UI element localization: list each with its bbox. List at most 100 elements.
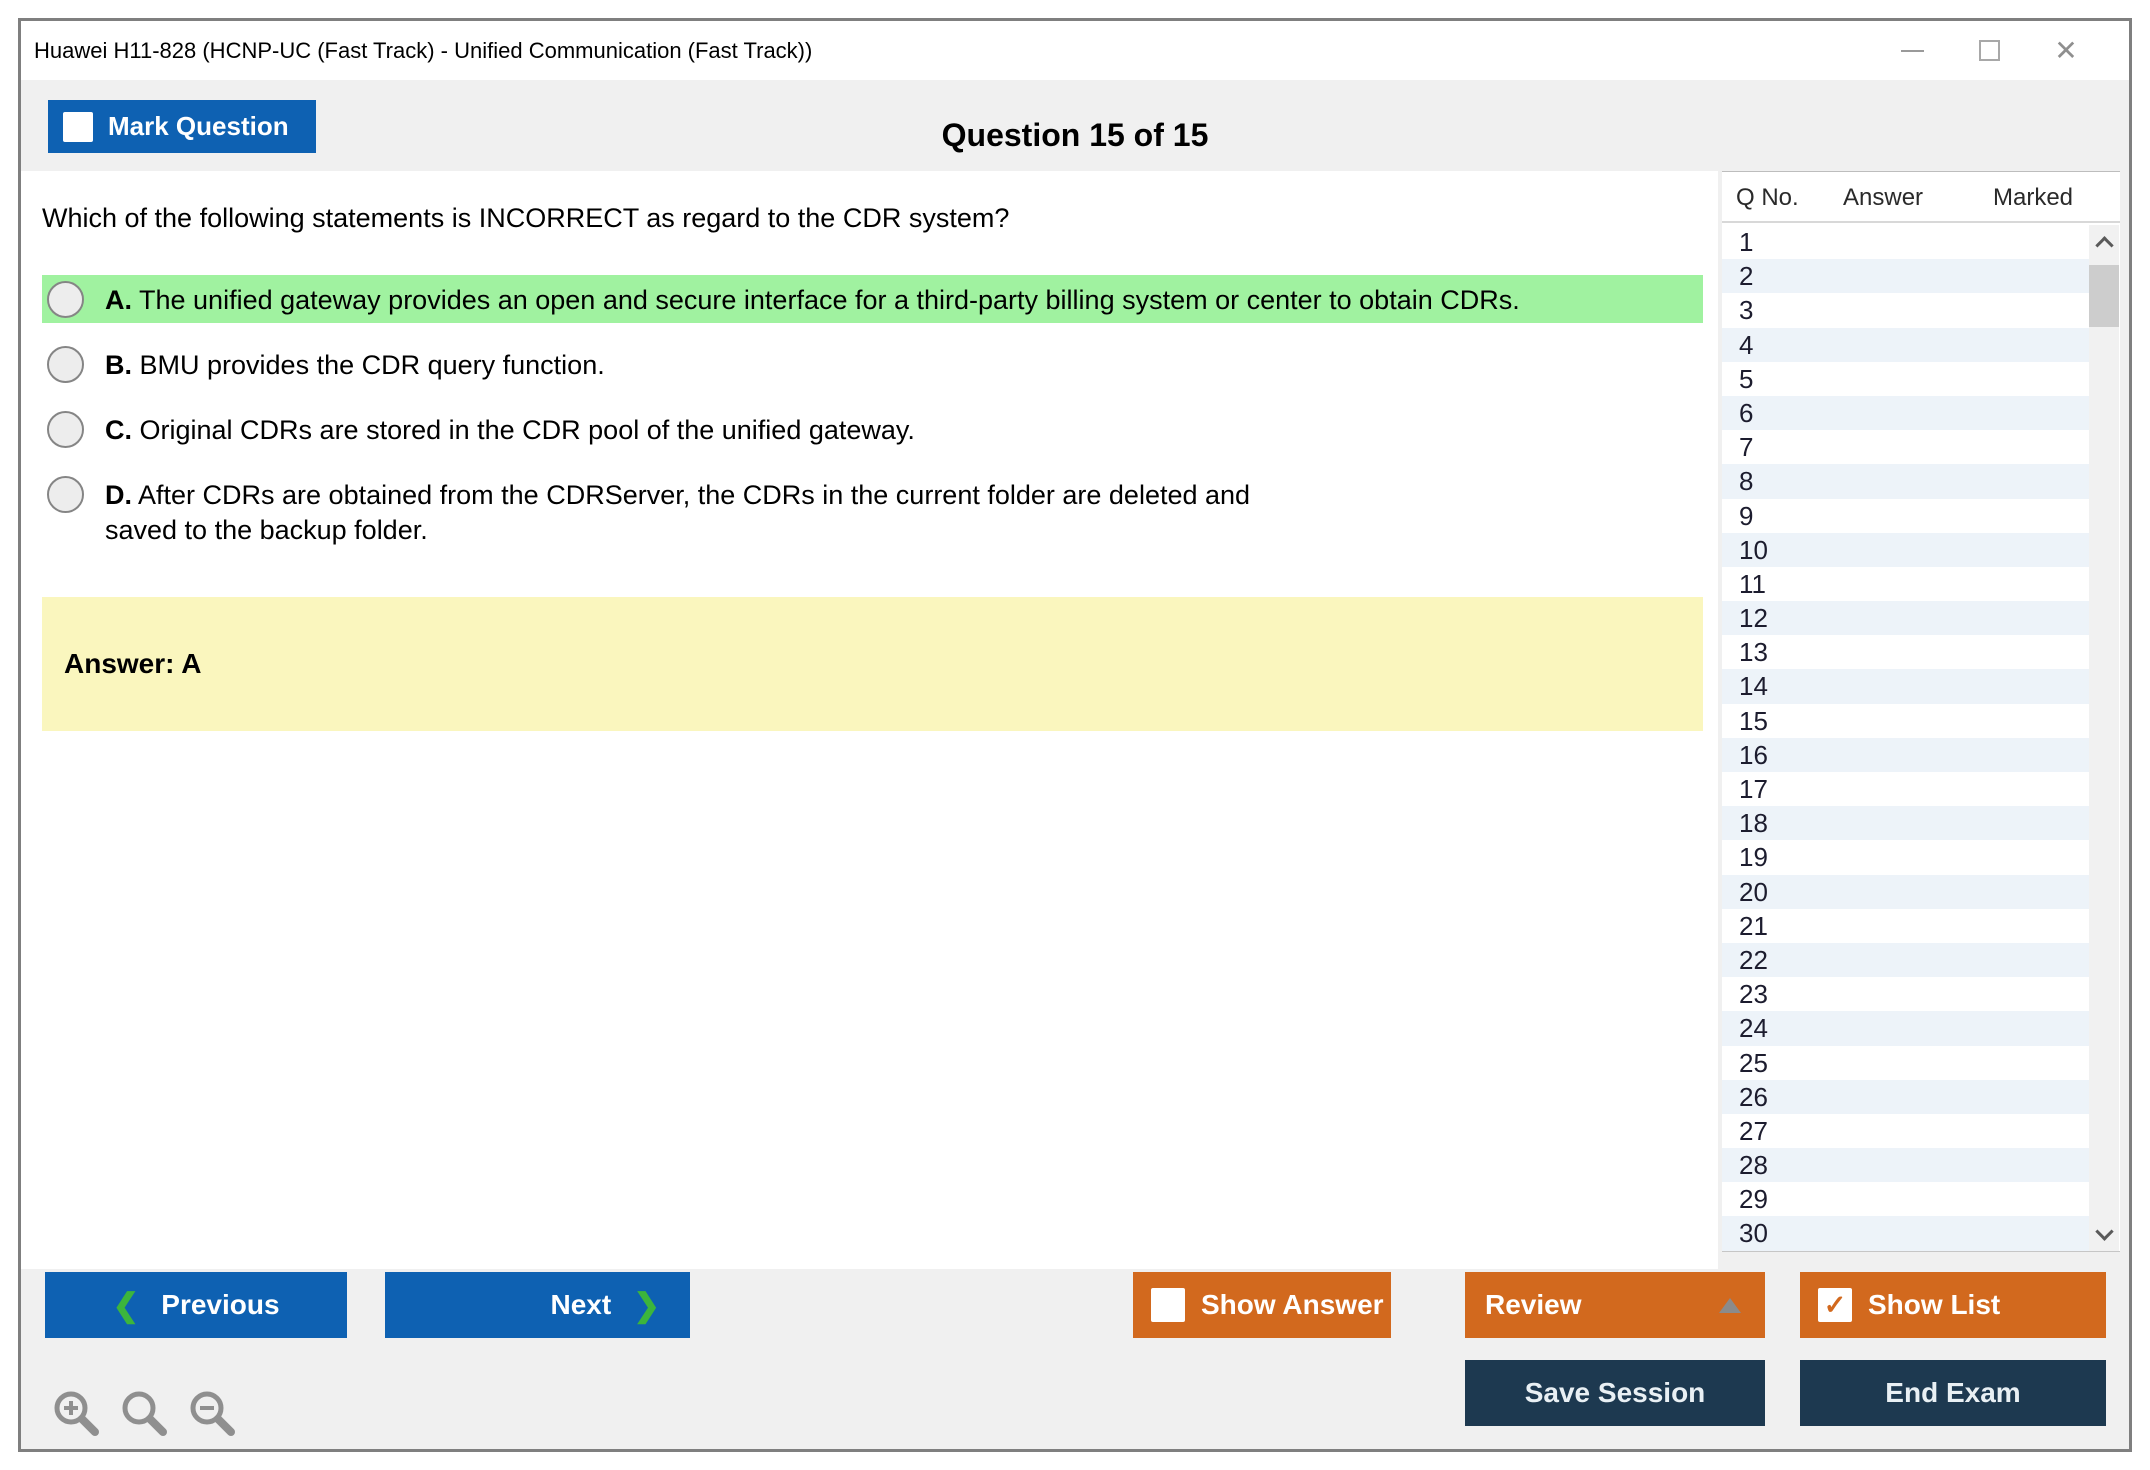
option-b-text: BMU provides the CDR query function. <box>140 350 605 380</box>
minimize-button[interactable] <box>1897 36 1927 66</box>
question-list-row[interactable]: 30 <box>1722 1216 2089 1250</box>
question-list-row[interactable]: 23 <box>1722 977 2089 1011</box>
question-counter: Question 15 of 15 <box>942 117 1209 154</box>
column-header-qno: Q No. <box>1736 184 1799 212</box>
question-list-row[interactable]: 11 <box>1722 567 2089 601</box>
question-list-row[interactable]: 5 <box>1722 362 2089 396</box>
maximize-button[interactable] <box>1974 36 2004 66</box>
question-list-row[interactable]: 27 <box>1722 1114 2089 1148</box>
chevron-right-icon: ❯ <box>633 1289 660 1321</box>
review-label: Review <box>1485 1289 1582 1321</box>
end-exam-button[interactable]: End Exam <box>1800 1360 2106 1426</box>
next-label: Next <box>550 1289 611 1321</box>
question-list-row[interactable]: 15 <box>1722 704 2089 738</box>
option-d-letter: D. <box>105 480 132 510</box>
answer-box: Answer: A <box>42 597 1703 731</box>
question-list-row[interactable]: 13 <box>1722 635 2089 669</box>
question-list-row[interactable]: 20 <box>1722 875 2089 909</box>
question-list-row[interactable]: 4 <box>1722 328 2089 362</box>
minimize-icon <box>1901 50 1924 52</box>
scrollbar-thumb[interactable] <box>2089 265 2119 327</box>
show-list-button[interactable]: ✓ Show List <box>1800 1272 2106 1338</box>
option-b-radio[interactable] <box>47 346 84 383</box>
question-list-header: Q No. Answer Marked <box>1722 172 2120 223</box>
question-list-rows: 1234567891011121314151617181920212223242… <box>1722 225 2089 1251</box>
zoom-toolbar <box>49 1386 241 1442</box>
titlebar: Huawei H11-828 (HCNP-UC (Fast Track) - U… <box>21 21 2129 80</box>
option-b-letter: B. <box>105 350 132 380</box>
window-controls: ✕ <box>1897 36 2129 66</box>
column-header-marked: Marked <box>1993 184 2073 212</box>
zoom-in-button[interactable] <box>49 1386 105 1442</box>
question-list-panel: Q No. Answer Marked 12345678910111213141… <box>1722 171 2120 1252</box>
question-list-row[interactable]: 6 <box>1722 396 2089 430</box>
option-c-letter: C. <box>105 415 132 445</box>
close-button[interactable]: ✕ <box>2051 36 2081 66</box>
question-list-row[interactable]: 2 <box>1722 259 2089 293</box>
review-button[interactable]: Review <box>1465 1272 1765 1338</box>
answer-label: Answer: A <box>42 648 201 680</box>
zoom-in-icon <box>57 1394 95 1432</box>
option-a-radio[interactable] <box>47 281 84 318</box>
question-list-row[interactable]: 28 <box>1722 1148 2089 1182</box>
previous-button[interactable]: ❮ Previous <box>45 1272 347 1338</box>
previous-label: Previous <box>161 1289 279 1321</box>
question-list-row[interactable]: 9 <box>1722 499 2089 533</box>
question-list-row[interactable]: 3 <box>1722 293 2089 327</box>
zoom-out-icon <box>193 1394 231 1432</box>
question-list-scrollbar[interactable] <box>2089 225 2119 1251</box>
mark-question-checkbox[interactable] <box>63 112 93 142</box>
up-triangle-icon <box>1719 1298 1741 1313</box>
option-c[interactable]: C. Original CDRs are stored in the CDR p… <box>42 405 1703 453</box>
options-list: A. The unified gateway provides an open … <box>42 275 1703 570</box>
option-d[interactable]: D. After CDRs are obtained from the CDRS… <box>42 470 1703 553</box>
save-session-label: Save Session <box>1525 1377 1706 1409</box>
show-list-label: Show List <box>1868 1289 2000 1321</box>
next-button[interactable]: Next ❯ <box>385 1272 690 1338</box>
question-list-row[interactable]: 16 <box>1722 738 2089 772</box>
option-a-text: The unified gateway provides an open and… <box>139 285 1520 315</box>
question-list-row[interactable]: 12 <box>1722 601 2089 635</box>
magnifier-icon <box>125 1394 163 1432</box>
scrollbar-down-button[interactable] <box>2089 1217 2119 1251</box>
mark-question-button[interactable]: Mark Question <box>48 100 316 153</box>
option-c-radio[interactable] <box>47 411 84 448</box>
question-list-row[interactable]: 7 <box>1722 430 2089 464</box>
show-answer-checkbox[interactable] <box>1151 1288 1185 1322</box>
exam-player-window: Huawei H11-828 (HCNP-UC (Fast Track) - U… <box>18 18 2132 1452</box>
option-a-letter: A. <box>105 285 132 315</box>
show-answer-label: Show Answer <box>1201 1289 1384 1321</box>
zoom-reset-button[interactable] <box>117 1386 173 1442</box>
save-session-button[interactable]: Save Session <box>1465 1360 1765 1426</box>
question-area: Which of the following statements is INC… <box>21 171 1718 1269</box>
question-list-row[interactable]: 19 <box>1722 840 2089 874</box>
mark-question-label: Mark Question <box>108 111 289 142</box>
chevron-left-icon: ❮ <box>112 1289 139 1321</box>
option-b[interactable]: B. BMU provides the CDR query function. <box>42 340 1703 388</box>
question-text: Which of the following statements is INC… <box>42 203 1672 234</box>
check-icon: ✓ <box>1824 1292 1847 1319</box>
end-exam-label: End Exam <box>1885 1377 2020 1409</box>
question-list-row[interactable]: 8 <box>1722 464 2089 498</box>
option-d-radio[interactable] <box>47 476 84 513</box>
chevron-down-icon <box>2095 1222 2113 1240</box>
question-list-row[interactable]: 25 <box>1722 1046 2089 1080</box>
question-list-row[interactable]: 17 <box>1722 772 2089 806</box>
window-title: Huawei H11-828 (HCNP-UC (Fast Track) - U… <box>21 38 812 64</box>
show-answer-button[interactable]: Show Answer <box>1133 1272 1391 1338</box>
question-list-row[interactable]: 21 <box>1722 909 2089 943</box>
show-list-checkbox[interactable]: ✓ <box>1818 1288 1852 1322</box>
question-list-row[interactable]: 1 <box>1722 225 2089 259</box>
question-list-row[interactable]: 24 <box>1722 1011 2089 1045</box>
question-list-row[interactable]: 14 <box>1722 669 2089 703</box>
question-list-row[interactable]: 26 <box>1722 1080 2089 1114</box>
question-list-row[interactable]: 22 <box>1722 943 2089 977</box>
chevron-up-icon <box>2095 236 2113 254</box>
question-list-row[interactable]: 10 <box>1722 533 2089 567</box>
scrollbar-up-button[interactable] <box>2089 225 2119 259</box>
question-list-row[interactable]: 18 <box>1722 806 2089 840</box>
column-header-answer: Answer <box>1843 184 1923 212</box>
option-a[interactable]: A. The unified gateway provides an open … <box>42 275 1703 323</box>
zoom-out-button[interactable] <box>185 1386 241 1442</box>
question-list-row[interactable]: 29 <box>1722 1182 2089 1216</box>
